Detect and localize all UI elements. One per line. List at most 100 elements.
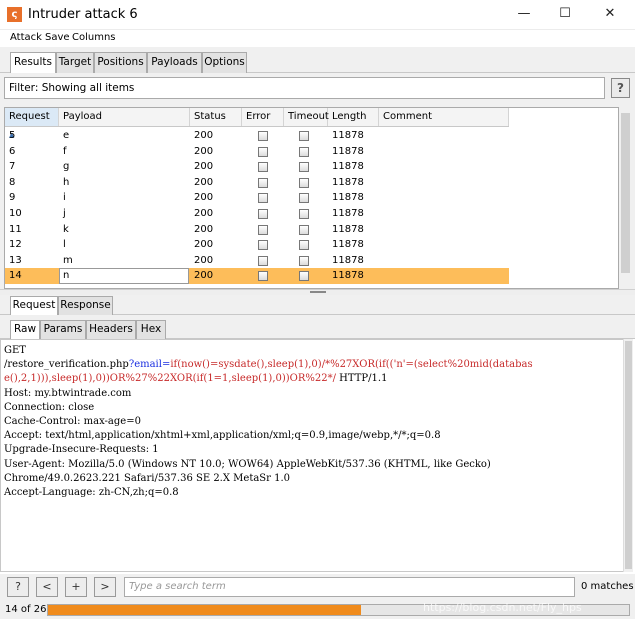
- cell-comment[interactable]: [379, 190, 509, 206]
- cell-comment[interactable]: [379, 237, 509, 253]
- minimize-button[interactable]: —: [501, 2, 547, 28]
- tab-response[interactable]: Response: [58, 296, 113, 315]
- table-row[interactable]: 8 h 200 11878: [5, 175, 509, 191]
- timeout-checkbox[interactable]: [299, 255, 309, 266]
- cell-comment[interactable]: [379, 128, 509, 144]
- editor-scrollbar[interactable]: [623, 339, 633, 572]
- timeout-checkbox[interactable]: [299, 162, 309, 173]
- tab-payloads[interactable]: Payloads: [147, 52, 202, 73]
- timeout-checkbox[interactable]: [299, 224, 309, 235]
- timeout-checkbox[interactable]: [299, 177, 309, 188]
- request-path: /restore_verification.php: [4, 359, 129, 371]
- cell-length: 11878: [332, 192, 364, 204]
- menu-bar: Attack Save Columns: [0, 30, 635, 47]
- tab-positions[interactable]: Positions: [94, 52, 147, 73]
- timeout-checkbox[interactable]: [299, 131, 309, 141]
- error-checkbox[interactable]: [258, 193, 268, 204]
- cell-request: 9: [9, 192, 16, 204]
- tab-request[interactable]: Request: [10, 296, 58, 315]
- search-match-count: 0 matches: [581, 581, 634, 592]
- cell-request: 7: [9, 161, 16, 173]
- tab-raw[interactable]: Raw: [10, 320, 40, 339]
- window-title: Intruder attack 6: [28, 7, 138, 22]
- progress-count: 14 of 26: [5, 604, 47, 615]
- error-checkbox[interactable]: [258, 240, 268, 251]
- table-row[interactable]: 14 n 200 11878: [5, 268, 509, 284]
- table-row[interactable]: 10 j 200 11878: [5, 206, 509, 222]
- timeout-checkbox[interactable]: [299, 240, 309, 251]
- filter-bar[interactable]: Filter: Showing all items: [4, 77, 605, 99]
- request-protocol: HTTP/1.1: [336, 373, 388, 385]
- error-checkbox[interactable]: [258, 162, 268, 173]
- column-header-timeout[interactable]: Timeout: [284, 108, 329, 126]
- cell-payload: h: [63, 176, 70, 188]
- error-checkbox[interactable]: [258, 177, 268, 188]
- timeout-checkbox[interactable]: [299, 193, 309, 204]
- cell-comment[interactable]: [379, 253, 509, 269]
- cell-comment[interactable]: [379, 268, 509, 284]
- table-row[interactable]: 11 k 200 11878: [5, 222, 509, 238]
- error-checkbox[interactable]: [258, 209, 268, 219]
- request-headers: Host: my.btwintrade.com Connection: close…: [4, 387, 629, 501]
- maximize-button[interactable]: ☐: [542, 2, 588, 28]
- table-row[interactable]: 13 m 200 11878: [5, 253, 509, 269]
- close-button[interactable]: ✕: [587, 2, 633, 28]
- cell-comment[interactable]: [379, 206, 509, 222]
- cell-comment[interactable]: [379, 159, 509, 175]
- menu-columns[interactable]: Columns: [72, 32, 116, 43]
- cell-payload: k: [63, 223, 69, 235]
- timeout-checkbox[interactable]: [299, 146, 309, 157]
- column-header-request[interactable]: Request ▲: [5, 108, 59, 139]
- injection-payload-part2: e(),2,1))),sleep(1),0))OR%27%22XOR(if(1=…: [4, 373, 336, 385]
- search-input[interactable]: Type a search term: [124, 577, 575, 597]
- request-header-line: Host: my.btwintrade.com: [4, 387, 132, 399]
- column-header-status[interactable]: Status: [190, 108, 242, 126]
- cell-request: 8: [9, 176, 16, 188]
- search-next-button[interactable]: >: [94, 577, 116, 597]
- cell-comment[interactable]: [379, 175, 509, 191]
- search-add-button[interactable]: +: [65, 577, 87, 597]
- column-header-comment[interactable]: Comment: [379, 108, 509, 126]
- table-scrollbar-thumb[interactable]: [621, 113, 630, 273]
- search-previous-button[interactable]: <: [36, 577, 58, 597]
- table-row[interactable]: 9 i 200 11878: [5, 190, 509, 206]
- tab-hex[interactable]: Hex: [136, 320, 166, 339]
- tab-params[interactable]: Params: [40, 320, 86, 339]
- column-header-payload[interactable]: Payload: [59, 108, 190, 126]
- cell-payload: g: [63, 161, 70, 173]
- cell-status: 200: [194, 192, 214, 204]
- raw-request-editor[interactable]: GET /restore_verification.php?email=if(n…: [0, 339, 633, 572]
- search-bar: ? < + > Type a search term 0 matches: [0, 574, 635, 600]
- cell-comment[interactable]: [379, 222, 509, 238]
- tab-results[interactable]: Results: [10, 52, 56, 74]
- table-row[interactable]: 12 l 200 11878: [5, 237, 509, 253]
- column-header-length[interactable]: Length: [328, 108, 379, 126]
- tab-options[interactable]: Options: [202, 52, 247, 73]
- error-checkbox[interactable]: [258, 131, 268, 141]
- error-checkbox[interactable]: [258, 146, 268, 157]
- search-help-button[interactable]: ?: [7, 577, 29, 597]
- table-row[interactable]: 6 f 200 11878: [5, 144, 509, 160]
- cell-payload: j: [63, 208, 66, 219]
- message-view-tabs: Raw Params Headers Hex: [0, 315, 635, 339]
- table-row[interactable]: 7 g 200 11878: [5, 159, 509, 175]
- tab-target[interactable]: Target: [56, 52, 94, 73]
- cell-payload: f: [63, 145, 67, 157]
- column-header-error[interactable]: Error: [242, 108, 284, 126]
- cell-request: 12: [9, 239, 22, 251]
- request-header-line: Upgrade-Insecure-Requests: 1: [4, 444, 159, 456]
- cell-comment[interactable]: [379, 144, 509, 160]
- menu-save[interactable]: Save: [45, 32, 70, 43]
- table-scrollbar[interactable]: [620, 107, 631, 289]
- menu-attack[interactable]: Attack: [10, 32, 42, 43]
- editor-scrollbar-thumb[interactable]: [625, 341, 632, 569]
- error-checkbox[interactable]: [258, 224, 268, 235]
- timeout-checkbox[interactable]: [299, 209, 309, 219]
- tab-headers[interactable]: Headers: [86, 320, 136, 339]
- error-checkbox[interactable]: [258, 255, 268, 266]
- timeout-checkbox[interactable]: [299, 271, 309, 282]
- table-row[interactable]: 5 e 200 11878: [5, 128, 509, 144]
- filter-help-button[interactable]: ?: [611, 78, 630, 98]
- error-checkbox[interactable]: [258, 271, 268, 282]
- request-method: GET: [4, 345, 26, 356]
